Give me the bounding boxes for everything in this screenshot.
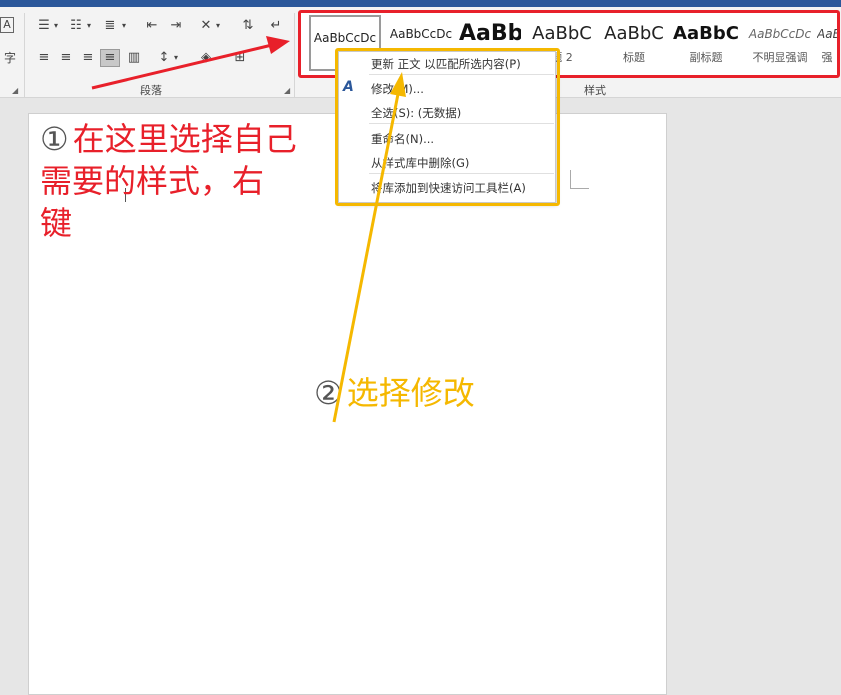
line-spacing-icon[interactable]: ↕ — [154, 49, 174, 67]
style-title[interactable]: AaBbC 标题 — [601, 13, 667, 75]
style-name: 副标题 — [689, 51, 723, 64]
step-2-text: 选择修改 — [346, 374, 475, 412]
dropdown-chevron-icon[interactable]: ▾ — [85, 17, 93, 35]
style-name: 不明显强调 — [752, 51, 808, 64]
group-separator — [24, 13, 25, 97]
align-right-icon[interactable]: ≡ — [78, 49, 98, 67]
show-marks-icon[interactable]: ↵ — [266, 17, 286, 35]
margin-corner-mark — [570, 170, 589, 189]
numbering-icon[interactable]: ☷ — [66, 17, 86, 35]
style-preview: AaB — [817, 27, 837, 41]
paragraph-group-label: 段落 — [140, 84, 162, 97]
style-subtitle[interactable]: AaBbC 副标题 — [673, 13, 739, 75]
context-menu-highlight — [335, 48, 560, 206]
step-1-number: ① — [40, 120, 69, 158]
style-name: 强 — [821, 51, 833, 64]
style-subtle-emphasis[interactable]: AaBbCcDc 不明显强调 — [745, 13, 815, 75]
styles-group-label: 样式 — [584, 84, 606, 97]
increase-indent-icon[interactable]: ⇥ — [166, 17, 186, 35]
dropdown-chevron-icon[interactable]: ▾ — [172, 49, 180, 67]
group-separator — [294, 13, 295, 97]
decrease-indent-icon[interactable]: ⇤ — [142, 17, 162, 35]
chinese-layout-icon[interactable]: ✕ — [196, 17, 216, 35]
style-preview: AaBbC — [532, 23, 592, 44]
dropdown-chevron-icon[interactable]: ▾ — [214, 17, 222, 35]
step-2-number: ② — [314, 374, 343, 412]
style-preview: AaBb — [459, 21, 521, 46]
dropdown-chevron-icon[interactable]: ▾ — [120, 17, 128, 35]
font-dialog-launcher-icon[interactable]: ◢ — [12, 86, 18, 95]
bullets-icon[interactable]: ☰ — [34, 17, 54, 35]
title-bar — [0, 0, 841, 7]
style-emphasis[interactable]: AaB 强 — [817, 13, 837, 75]
phonetic-guide-icon[interactable]: 字 — [0, 49, 20, 67]
style-name: 标题 — [623, 51, 645, 64]
step-1-text: 在这里选择自己 需要的样式，右 键 — [40, 120, 297, 242]
font-box-icon[interactable]: A — [0, 17, 14, 33]
annotation-step-2: ② 选择修改 — [314, 372, 475, 414]
shading-icon[interactable]: ◈ — [196, 49, 216, 67]
style-preview: AaBbC — [604, 23, 664, 44]
style-preview: AaBbCcDc — [748, 27, 812, 41]
align-left-icon[interactable]: ≡ — [34, 49, 54, 67]
annotation-step-1: ① 在这里选择自己 需要的样式，右 键 — [40, 118, 320, 244]
style-preview: AaBbCcDc — [389, 27, 453, 41]
dropdown-chevron-icon[interactable]: ▾ — [52, 17, 60, 35]
align-center-icon[interactable]: ≡ — [56, 49, 76, 67]
multilevel-list-icon[interactable]: ≣ — [100, 17, 120, 35]
distributed-icon[interactable]: ▥ — [124, 49, 144, 67]
style-preview: AaBbC — [673, 23, 739, 44]
sort-icon[interactable]: ⇅ — [238, 17, 258, 35]
paragraph-dialog-launcher-icon[interactable]: ◢ — [284, 86, 290, 95]
justify-icon[interactable]: ≡ — [100, 49, 120, 67]
borders-icon[interactable]: ⊞ — [230, 49, 250, 67]
